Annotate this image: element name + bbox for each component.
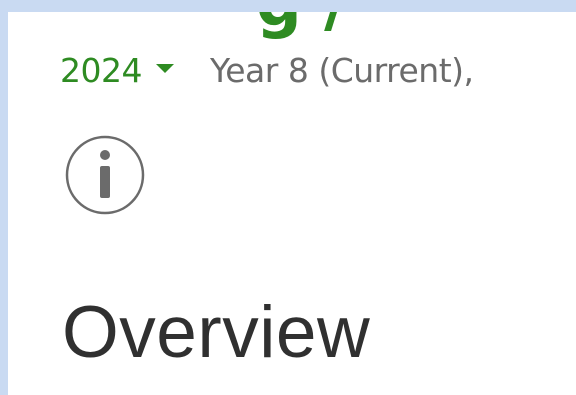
info-icon[interactable] bbox=[65, 135, 145, 215]
page-title-partial: g / bbox=[256, 12, 347, 36]
section-heading: Overview bbox=[62, 292, 371, 373]
chevron-down-icon bbox=[155, 63, 174, 73]
year-selector[interactable]: 2024 bbox=[60, 51, 210, 90]
student-context-row: 2024 Year 8 (Current), bbox=[60, 50, 474, 90]
year-level-text: Year 8 (Current), bbox=[209, 50, 474, 90]
content-panel: g / 2024 Year 8 (Current), Overview bbox=[8, 12, 576, 395]
year-selector-value: 2024 bbox=[60, 50, 142, 90]
info-icon-graphic bbox=[65, 135, 145, 215]
